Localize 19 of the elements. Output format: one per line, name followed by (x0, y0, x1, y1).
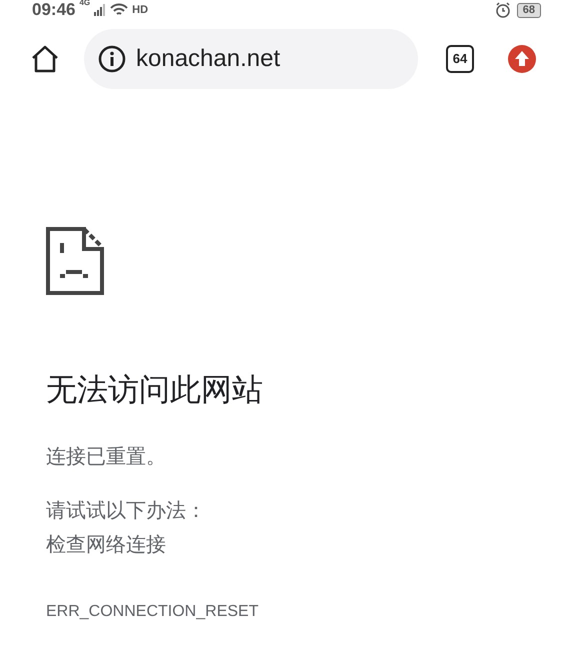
home-icon[interactable] (30, 45, 60, 73)
wifi-icon (110, 3, 128, 17)
error-title: 无法访问此网站 (46, 371, 264, 409)
suggestion-heading: 请试试以下办法： (46, 498, 207, 524)
url-text: konachan.net (136, 44, 280, 74)
clock-time: 09:46 (32, 0, 76, 22)
upload-icon[interactable] (508, 45, 536, 73)
signal-icon (94, 4, 106, 16)
suggestion-item: 检查网络连接 (46, 532, 167, 558)
info-icon[interactable] (98, 45, 126, 73)
hd-call-indicator: HD (132, 2, 148, 18)
error-code: ERR_CONNECTION_RESET (46, 602, 260, 622)
tab-count-button[interactable]: 64 (446, 45, 474, 73)
sad-document-icon (46, 227, 104, 295)
network-type: 4G (79, 0, 90, 8)
error-message: 连接已重置。 (46, 444, 167, 470)
address-bar[interactable]: konachan.net (84, 29, 418, 89)
alarm-clock-icon (494, 2, 511, 18)
battery-level: 68 (516, 2, 541, 18)
